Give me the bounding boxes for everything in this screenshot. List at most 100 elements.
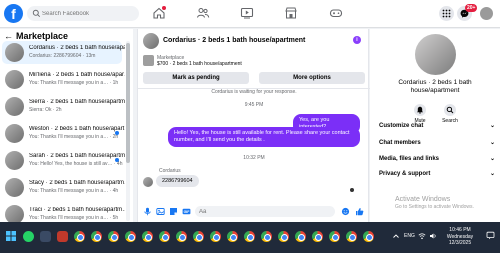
customize-chat-row[interactable]: Customize chat ⌄ [379,120,495,132]
unread-dot [115,158,119,162]
chat-list-item[interactable]: Mil’liena · 2 beds 1 bath house/apar… You… [2,68,125,91]
watermark-subtitle: Go to Settings to activate Windows. [395,204,474,210]
chrome-icon[interactable] [108,231,119,242]
conversation-panel: Cordarius · 2 beds 1 bath house/apartmen… [137,29,370,222]
sticker-icon[interactable] [169,207,178,216]
timestamp: 9:45 PM [244,102,264,108]
search-icon [32,9,41,18]
chevron-down-icon: ⌄ [489,140,495,146]
chrome-icon[interactable] [125,231,136,242]
notification-center-icon[interactable] [486,231,495,240]
message-input[interactable] [195,206,335,217]
chrome-icon[interactable] [346,231,357,242]
home-icon[interactable] [152,6,166,20]
chat-title: Cordarius · 2 beds 1 bath house/apartmen… [29,45,125,51]
language-indicator[interactable]: ENG [404,232,415,240]
chat-thumbnail [5,70,24,89]
incoming-message[interactable]: 2286799604 [156,175,199,187]
chrome-icon[interactable] [244,231,255,242]
conversation-header: Cordarius · 2 beds 1 bath house/apartmen… [138,29,370,89]
gif-icon[interactable]: GIF [182,207,191,216]
marketplace-icon[interactable] [284,6,298,20]
chrome-icon[interactable] [159,231,170,242]
volume-icon[interactable] [429,232,437,240]
chat-preview: You: Thanks I’ll message you in a… · 4h [29,188,119,194]
chrome-icon[interactable] [278,231,289,242]
chat-preview: You: Thanks I’ll message you in a… · 2h [29,134,119,140]
chrome-icon[interactable] [142,231,153,242]
system-clock[interactable]: 10:46 PM Wednesday 12/3/2025 [440,227,480,247]
scrollbar-thumb[interactable] [126,43,130,163]
media-files-links-row[interactable]: Media, files and links ⌄ [379,153,495,165]
search-input[interactable] [42,8,132,19]
listing-summary[interactable]: Marketplace $700 · 2 beds 1 bath house/a… [143,54,365,68]
search-box[interactable] [27,6,139,21]
windows-taskbar: ENG 10:46 PM Wednesday 12/3/2025 [0,222,500,253]
chat-list-item[interactable]: Weston · 2 beds 1 bath house/apart… You: … [2,122,125,145]
chat-list-item[interactable]: Cordarius · 2 beds 1 bath house/apartmen… [2,41,125,64]
video-icon[interactable] [240,6,254,20]
timestamp: 10:32 PM [243,155,265,161]
chrome-icon[interactable] [74,231,85,242]
chat-thumbnail [5,97,24,116]
chat-title: Traci · 2 beds 1 bath house/apartm… [29,207,125,213]
chrome-icon[interactable] [227,231,238,242]
panel-title: Marketplace [16,31,69,41]
wifi-icon[interactable] [418,232,426,240]
listing-photo[interactable] [415,34,456,75]
conversation-avatar[interactable] [143,33,159,49]
privacy-support-row[interactable]: Privacy & support ⌄ [379,168,495,180]
listing-text: $700 · 2 beds 1 bath house/apartment [157,61,242,67]
gaming-icon[interactable] [329,6,343,20]
chrome-icon[interactable] [312,231,323,242]
search-icon [446,106,454,114]
seen-indicator [350,188,354,192]
chrome-icon[interactable] [193,231,204,242]
chrome-icon[interactable] [176,231,187,242]
chat-details-panel: Cordarius · 2 beds 1 bath house/apartmen… [370,29,500,222]
bell-icon [417,106,423,114]
unread-dot [115,131,119,135]
facebook-logo[interactable]: f [4,4,23,23]
taskbar-app-icon[interactable] [40,231,51,242]
thumbs-up-icon[interactable] [355,207,364,216]
taskbar-app-icon[interactable] [57,231,68,242]
whatsapp-icon[interactable] [23,231,34,242]
chrome-icon[interactable] [261,231,272,242]
conversation-title: Cordarius · 2 beds 1 bath house/apartmen… [163,37,306,44]
more-options-button[interactable]: More options [259,72,365,84]
emoji-icon[interactable] [341,207,350,216]
chevron-down-icon: ⌄ [489,171,495,177]
sender-name: Cordarius [159,168,181,174]
row-label: Chat members [379,140,421,146]
info-icon[interactable]: i [353,36,361,44]
chevron-up-icon[interactable] [392,232,400,240]
chat-preview: You: Thanks I’ll message you in a… · 1h [29,80,119,86]
outgoing-message[interactable]: Hello! Yes, the house is still available… [168,127,360,147]
chat-thumbnail [5,43,24,62]
image-icon[interactable] [156,207,165,216]
chrome-icon[interactable] [295,231,306,242]
chat-list-item[interactable]: Stacy · 2 beds 1 bath house/apartm… You: … [2,176,125,199]
chat-list-item[interactable]: Sarah · 2 beds 1 bath house/apartm… You: … [2,149,125,172]
chevron-down-icon: ⌄ [489,156,495,162]
chrome-icon[interactable] [363,231,374,242]
windows-start-icon[interactable] [6,231,16,241]
mark-as-pending-button[interactable]: Mark as pending [143,72,249,84]
chrome-icon[interactable] [329,231,340,242]
activate-windows-watermark: Activate Windows Go to Settings to activ… [395,196,474,210]
profile-avatar[interactable] [479,6,494,21]
chat-list-scrollbar[interactable] [126,41,130,221]
chat-list-item[interactable]: Sierra · 2 beds 1 bath house/apartment Si… [2,95,125,118]
menu-button[interactable] [439,6,454,21]
chat-title: Weston · 2 beds 1 bath house/apart… [29,126,125,132]
sender-avatar[interactable] [143,177,153,187]
back-arrow-icon[interactable]: ← [4,31,13,41]
listing-thumbnail [143,55,154,66]
chrome-icon[interactable] [210,231,221,242]
friends-icon[interactable] [196,6,210,20]
clock-date: 12/3/2025 [448,240,472,246]
chrome-icon[interactable] [91,231,102,242]
microphone-icon[interactable] [143,207,152,216]
chat-members-row[interactable]: Chat members ⌄ [379,137,495,149]
